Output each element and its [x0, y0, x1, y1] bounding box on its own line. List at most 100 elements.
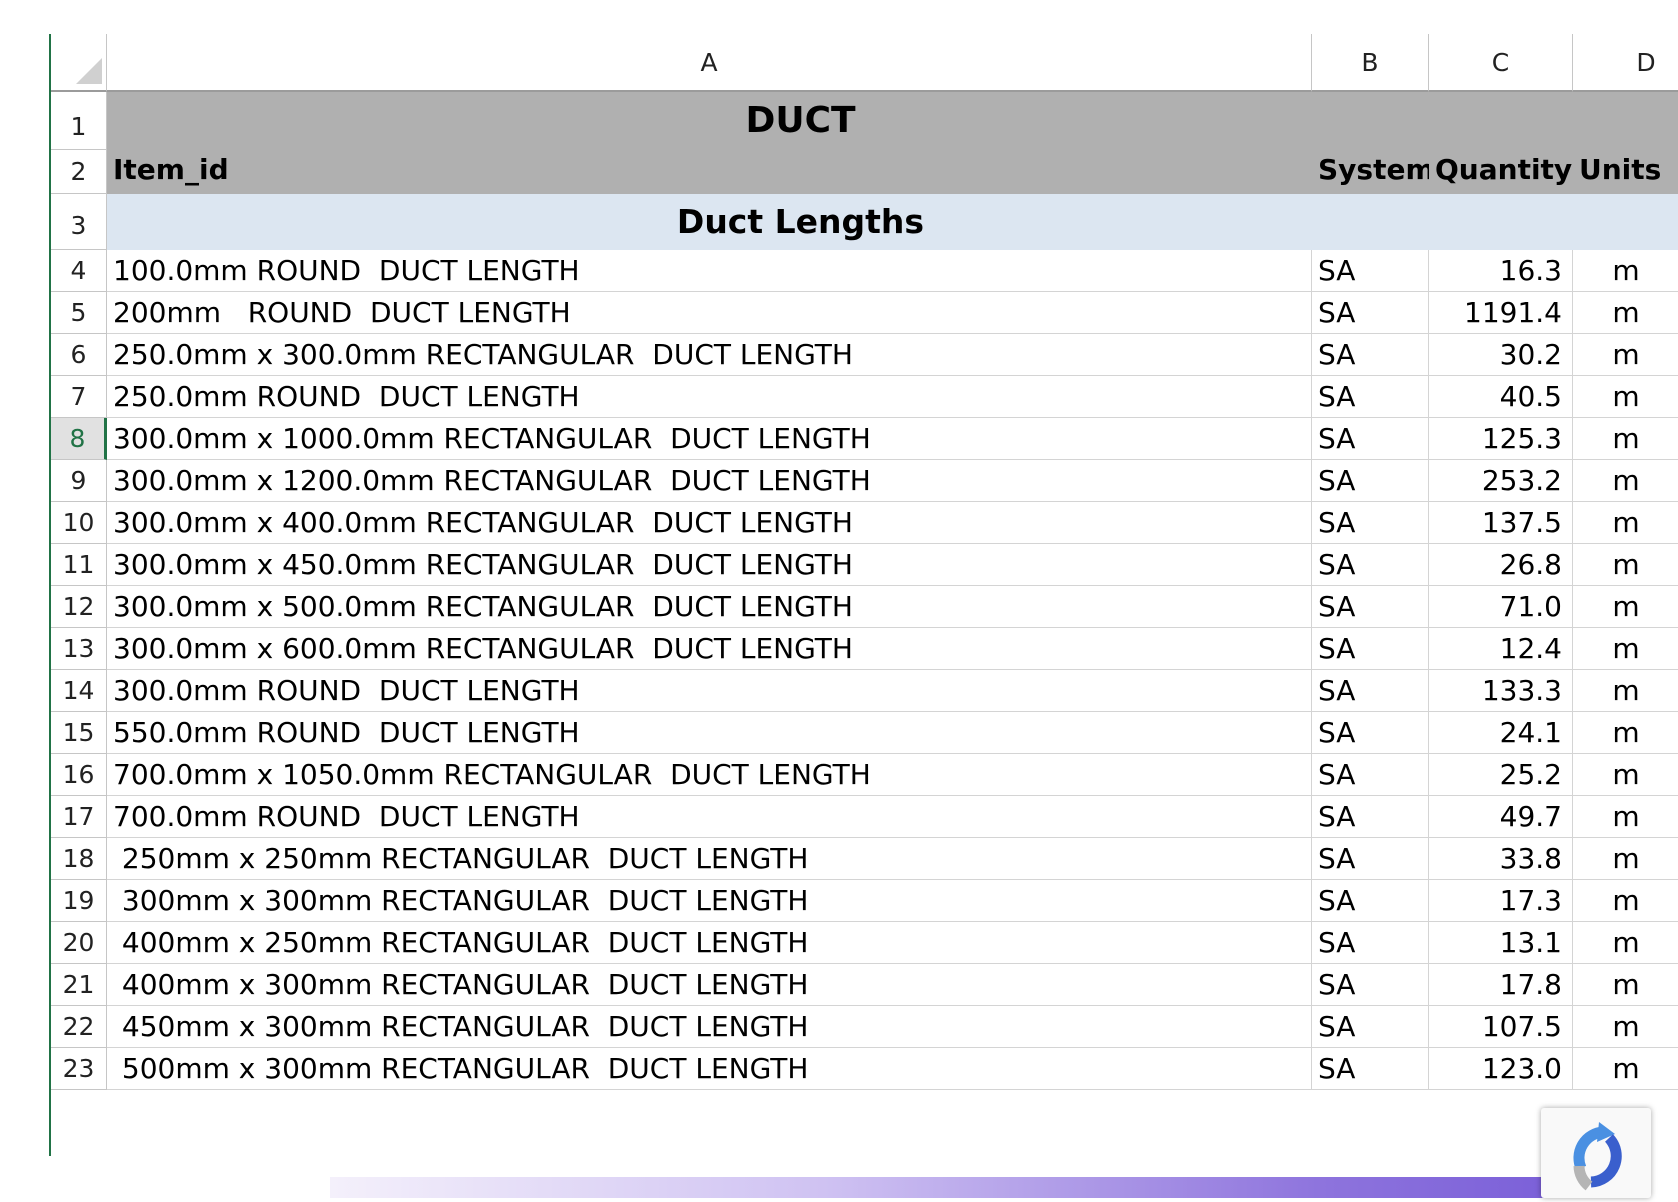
- row-header[interactable]: 10: [51, 502, 107, 544]
- quantity-cell[interactable]: 17.8: [1429, 964, 1573, 1006]
- row-header[interactable]: 12: [51, 586, 107, 628]
- header-units[interactable]: Units: [1573, 150, 1678, 194]
- header-quantity[interactable]: Quantity: [1429, 150, 1573, 194]
- row-header[interactable]: 11: [51, 544, 107, 586]
- quantity-cell[interactable]: 49.7: [1429, 796, 1573, 838]
- quantity-cell[interactable]: 137.5: [1429, 502, 1573, 544]
- units-cell[interactable]: m: [1573, 292, 1678, 334]
- item-id-cell[interactable]: 300.0mm x 1000.0mm RECTANGULAR DUCT LENG…: [107, 418, 1312, 460]
- quantity-cell[interactable]: 133.3: [1429, 670, 1573, 712]
- row-header[interactable]: 13: [51, 628, 107, 670]
- row-header[interactable]: 15: [51, 712, 107, 754]
- system-cell[interactable]: SA: [1312, 292, 1429, 334]
- row-header[interactable]: 22: [51, 1006, 107, 1048]
- item-id-cell[interactable]: 700.0mm ROUND DUCT LENGTH: [107, 796, 1312, 838]
- item-id-cell[interactable]: 300.0mm x 500.0mm RECTANGULAR DUCT LENGT…: [107, 586, 1312, 628]
- units-cell[interactable]: m: [1573, 418, 1678, 460]
- units-cell[interactable]: m: [1573, 796, 1678, 838]
- row-header[interactable]: 9: [51, 460, 107, 502]
- units-cell[interactable]: m: [1573, 376, 1678, 418]
- units-cell[interactable]: m: [1573, 1048, 1678, 1090]
- quantity-cell[interactable]: 24.1: [1429, 712, 1573, 754]
- units-cell[interactable]: m: [1573, 250, 1678, 292]
- units-cell[interactable]: m: [1573, 460, 1678, 502]
- units-cell[interactable]: m: [1573, 838, 1678, 880]
- system-cell[interactable]: SA: [1312, 754, 1429, 796]
- system-cell[interactable]: SA: [1312, 1048, 1429, 1090]
- system-cell[interactable]: SA: [1312, 922, 1429, 964]
- item-id-cell[interactable]: 300mm x 300mm RECTANGULAR DUCT LENGTH: [107, 880, 1312, 922]
- row-header[interactable]: 7: [51, 376, 107, 418]
- quantity-cell[interactable]: 12.4: [1429, 628, 1573, 670]
- item-id-cell[interactable]: 200mm ROUND DUCT LENGTH: [107, 292, 1312, 334]
- row-header[interactable]: 17: [51, 796, 107, 838]
- system-cell[interactable]: SA: [1312, 880, 1429, 922]
- item-id-cell[interactable]: 450mm x 300mm RECTANGULAR DUCT LENGTH: [107, 1006, 1312, 1048]
- quantity-cell[interactable]: 125.3: [1429, 418, 1573, 460]
- header-system[interactable]: System: [1312, 150, 1435, 194]
- item-id-cell[interactable]: 400mm x 300mm RECTANGULAR DUCT LENGTH: [107, 964, 1312, 1006]
- row-header[interactable]: 2: [51, 150, 107, 194]
- units-cell[interactable]: m: [1573, 964, 1678, 1006]
- quantity-cell[interactable]: 17.3: [1429, 880, 1573, 922]
- item-id-cell[interactable]: 300.0mm x 600.0mm RECTANGULAR DUCT LENGT…: [107, 628, 1312, 670]
- row-header[interactable]: 21: [51, 964, 107, 1006]
- system-cell[interactable]: SA: [1312, 1006, 1429, 1048]
- units-cell[interactable]: m: [1573, 922, 1678, 964]
- quantity-cell[interactable]: 107.5: [1429, 1006, 1573, 1048]
- row-header[interactable]: 8: [51, 418, 107, 460]
- item-id-cell[interactable]: 700.0mm x 1050.0mm RECTANGULAR DUCT LENG…: [107, 754, 1312, 796]
- units-cell[interactable]: m: [1573, 712, 1678, 754]
- item-id-cell[interactable]: 550.0mm ROUND DUCT LENGTH: [107, 712, 1312, 754]
- column-header-c[interactable]: C: [1429, 34, 1573, 92]
- system-cell[interactable]: SA: [1312, 334, 1429, 376]
- item-id-cell[interactable]: 500mm x 300mm RECTANGULAR DUCT LENGTH: [107, 1048, 1312, 1090]
- row-header[interactable]: 5: [51, 292, 107, 334]
- units-cell[interactable]: m: [1573, 1006, 1678, 1048]
- row-header[interactable]: 1: [51, 92, 107, 150]
- units-cell[interactable]: m: [1573, 586, 1678, 628]
- system-cell[interactable]: SA: [1312, 712, 1429, 754]
- units-cell[interactable]: m: [1573, 754, 1678, 796]
- system-cell[interactable]: SA: [1312, 796, 1429, 838]
- quantity-cell[interactable]: 25.2: [1429, 754, 1573, 796]
- row-header[interactable]: 6: [51, 334, 107, 376]
- item-id-cell[interactable]: 250mm x 250mm RECTANGULAR DUCT LENGTH: [107, 838, 1312, 880]
- column-header-d[interactable]: D: [1573, 34, 1678, 92]
- units-cell[interactable]: m: [1573, 502, 1678, 544]
- quantity-cell[interactable]: 71.0: [1429, 586, 1573, 628]
- item-id-cell[interactable]: 250.0mm ROUND DUCT LENGTH: [107, 376, 1312, 418]
- quantity-cell[interactable]: 16.3: [1429, 250, 1573, 292]
- system-cell[interactable]: SA: [1312, 418, 1429, 460]
- column-header-b[interactable]: B: [1312, 34, 1429, 92]
- quantity-cell[interactable]: 33.8: [1429, 838, 1573, 880]
- units-cell[interactable]: m: [1573, 670, 1678, 712]
- quantity-cell[interactable]: 253.2: [1429, 460, 1573, 502]
- system-cell[interactable]: SA: [1312, 376, 1429, 418]
- item-id-cell[interactable]: 300.0mm ROUND DUCT LENGTH: [107, 670, 1312, 712]
- header-item-id[interactable]: Item_id: [107, 150, 1312, 194]
- row-header[interactable]: 3: [51, 194, 107, 250]
- system-cell[interactable]: SA: [1312, 460, 1429, 502]
- quantity-cell[interactable]: 30.2: [1429, 334, 1573, 376]
- section-cell[interactable]: Duct Lengths: [107, 194, 1678, 250]
- column-header-a[interactable]: A: [107, 34, 1312, 92]
- units-cell[interactable]: m: [1573, 628, 1678, 670]
- units-cell[interactable]: m: [1573, 334, 1678, 376]
- system-cell[interactable]: SA: [1312, 586, 1429, 628]
- system-cell[interactable]: SA: [1312, 670, 1429, 712]
- item-id-cell[interactable]: 300.0mm x 1200.0mm RECTANGULAR DUCT LENG…: [107, 460, 1312, 502]
- row-header[interactable]: 19: [51, 880, 107, 922]
- system-cell[interactable]: SA: [1312, 964, 1429, 1006]
- units-cell[interactable]: m: [1573, 880, 1678, 922]
- item-id-cell[interactable]: 250.0mm x 300.0mm RECTANGULAR DUCT LENGT…: [107, 334, 1312, 376]
- system-cell[interactable]: SA: [1312, 502, 1429, 544]
- system-cell[interactable]: SA: [1312, 838, 1429, 880]
- row-header[interactable]: 14: [51, 670, 107, 712]
- row-header[interactable]: 18: [51, 838, 107, 880]
- quantity-cell[interactable]: 123.0: [1429, 1048, 1573, 1090]
- system-cell[interactable]: SA: [1312, 250, 1429, 292]
- units-cell[interactable]: m: [1573, 544, 1678, 586]
- quantity-cell[interactable]: 1191.4: [1429, 292, 1573, 334]
- item-id-cell[interactable]: 300.0mm x 450.0mm RECTANGULAR DUCT LENGT…: [107, 544, 1312, 586]
